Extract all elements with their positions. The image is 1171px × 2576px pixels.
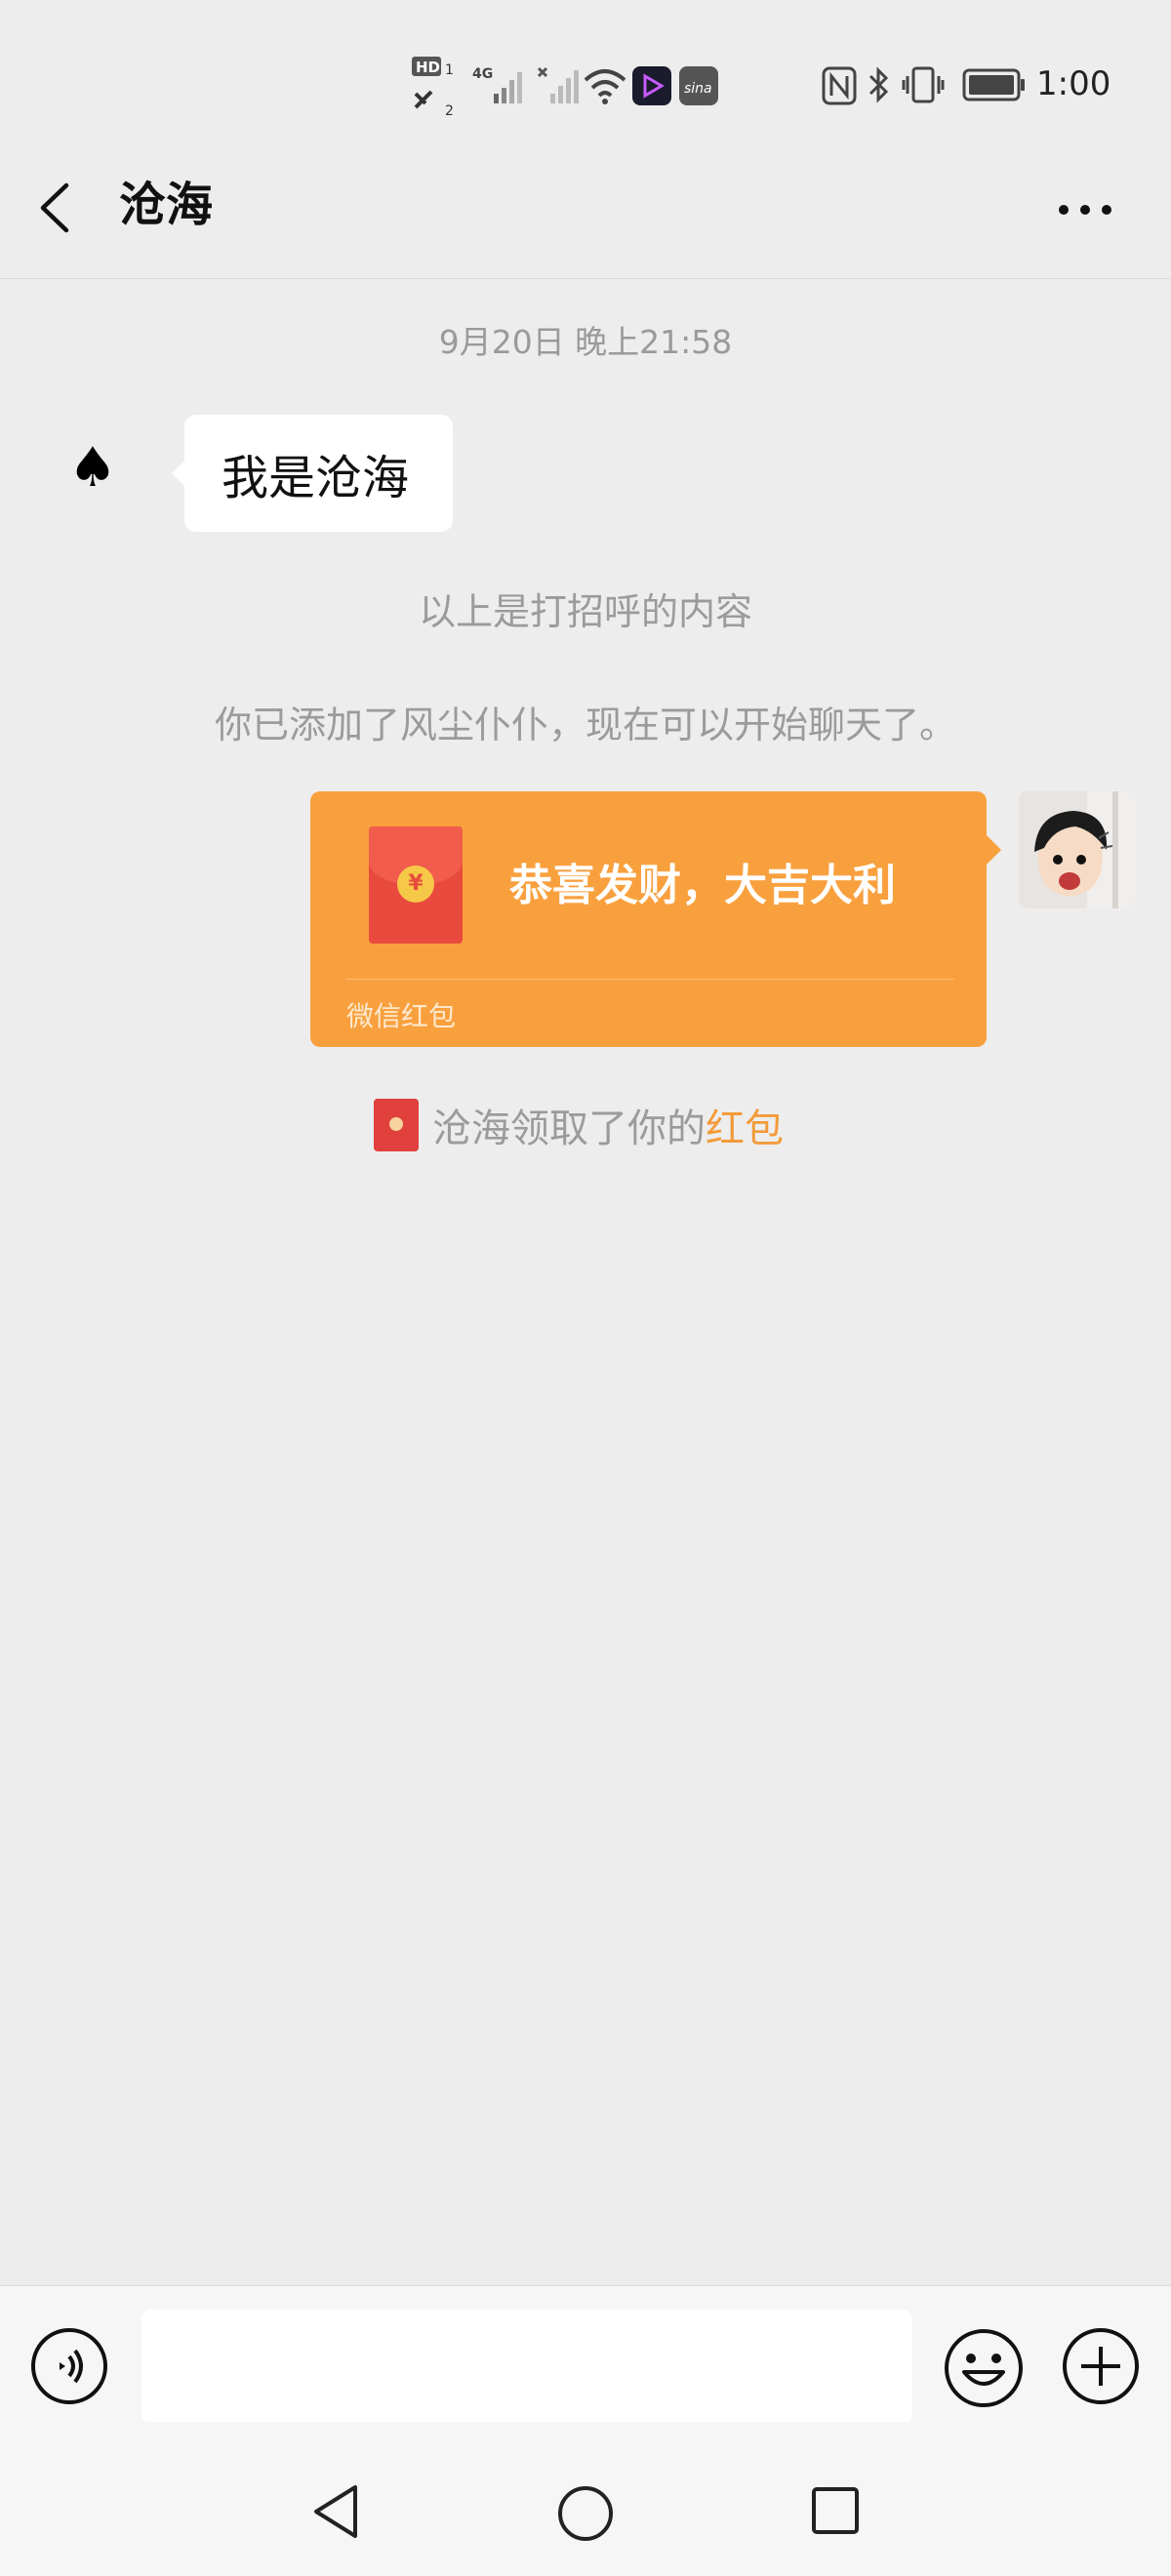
voice-icon[interactable] <box>30 2327 108 2405</box>
bubble-tail <box>986 834 1001 865</box>
status-time: 1:00 <box>1036 64 1111 103</box>
receipt-text: 沧海领取了你的 <box>432 1107 706 1151</box>
svg-text:2: 2 <box>445 103 454 119</box>
svg-text:4G: 4G <box>472 66 493 82</box>
contact-avatar[interactable]: ♠ <box>59 434 127 503</box>
svg-text:HD: HD <box>416 59 440 76</box>
divider <box>346 979 954 980</box>
weibo-app-icon: sina <box>679 66 718 105</box>
signal-off-icon <box>537 66 579 103</box>
video-app-icon <box>632 66 671 105</box>
system-greeting-note: 以上是打招呼的内容 <box>418 590 752 633</box>
message-input[interactable] <box>141 2310 912 2424</box>
wifi-icon <box>584 69 626 104</box>
svg-text:1: 1 <box>445 62 454 78</box>
red-packet-link[interactable]: 红包 <box>706 1097 784 1153</box>
emoji-icon[interactable] <box>943 2327 1025 2409</box>
more-horizontal-icon[interactable] <box>1054 190 1116 229</box>
message-timestamp: 9月20日 晚上21:58 <box>438 323 733 361</box>
chevron-left-icon[interactable] <box>35 181 78 234</box>
red-packet-label: 微信红包 <box>346 1000 457 1032</box>
signal-icon: 4G <box>472 66 522 103</box>
red-packet-icon <box>374 1099 419 1151</box>
coin-icon: ¥ <box>397 865 434 903</box>
nav-back-icon[interactable] <box>310 2483 363 2540</box>
hd-call-icon: HD 1 2 <box>412 57 454 119</box>
battery-icon <box>962 68 1025 101</box>
status-bar: HD 1 2 4G sina 1:00 <box>0 0 1171 166</box>
red-packet-greeting: 恭喜发财，大吉大利 <box>509 861 896 910</box>
plus-icon[interactable] <box>1062 2327 1140 2405</box>
incoming-message-bubble[interactable]: 我是沧海 <box>184 415 453 532</box>
my-avatar[interactable] <box>1019 791 1136 908</box>
vibrate-icon <box>902 66 945 103</box>
incoming-message-text: 我是沧海 <box>222 451 410 505</box>
bluetooth-icon <box>868 66 889 103</box>
system-added-note: 你已添加了风尘仆仆，现在可以开始聊天了。 <box>214 704 956 746</box>
chat-title: 沧海 <box>119 178 214 232</box>
red-packet-receipt: 沧海领取了你的 红包 <box>374 1098 784 1152</box>
nav-home-icon[interactable] <box>556 2484 615 2543</box>
cartoon-avatar-image <box>1019 791 1136 908</box>
nav-recent-icon[interactable] <box>810 2485 861 2536</box>
nfc-icon <box>822 66 857 105</box>
svg-text:sina: sina <box>684 81 712 97</box>
